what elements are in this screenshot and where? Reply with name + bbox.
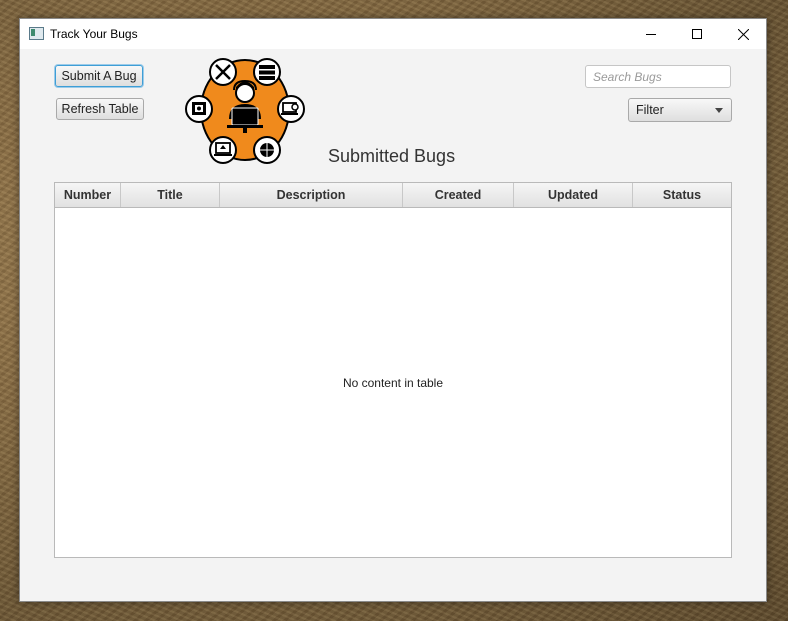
search-input[interactable]: Search Bugs — [585, 65, 731, 88]
server-icon — [253, 58, 281, 86]
title-bar[interactable]: Track Your Bugs — [20, 19, 766, 49]
chevron-down-icon — [715, 108, 723, 113]
refresh-table-button[interactable]: Refresh Table — [56, 98, 144, 120]
tools-icon — [209, 58, 237, 86]
close-button[interactable] — [720, 19, 766, 49]
maximize-button[interactable] — [674, 19, 720, 49]
bug-tracker-logo — [185, 58, 305, 164]
minimize-icon — [646, 34, 656, 35]
bugs-table[interactable]: Number Title Description Created Updated… — [54, 182, 732, 558]
laptop-search-icon — [277, 95, 305, 123]
filter-dropdown[interactable]: Filter — [628, 98, 732, 122]
app-window-icon — [29, 27, 44, 40]
column-header-updated[interactable]: Updated — [514, 183, 633, 207]
minimize-button[interactable] — [628, 19, 674, 49]
table-header: Number Title Description Created Updated… — [55, 183, 731, 208]
monitor-share-icon — [185, 95, 213, 123]
close-icon — [737, 28, 749, 40]
globe-icon — [253, 136, 281, 164]
page-title: Submitted Bugs — [328, 146, 456, 166]
empty-table-message: No content in table — [342, 376, 444, 390]
maximize-icon — [692, 29, 702, 39]
column-header-status[interactable]: Status — [633, 183, 731, 207]
laptop-upload-icon — [209, 136, 237, 164]
window-title: Track Your Bugs — [50, 27, 138, 41]
filter-selected-label: Filter — [636, 103, 664, 117]
submit-bug-button[interactable]: Submit A Bug — [55, 65, 143, 87]
column-header-created[interactable]: Created — [403, 183, 514, 207]
column-header-number[interactable]: Number — [55, 183, 121, 207]
column-header-description[interactable]: Description — [220, 183, 403, 207]
app-window: Track Your Bugs Submit A Bug Refresh Tab… — [19, 18, 767, 602]
column-header-title[interactable]: Title — [121, 183, 220, 207]
